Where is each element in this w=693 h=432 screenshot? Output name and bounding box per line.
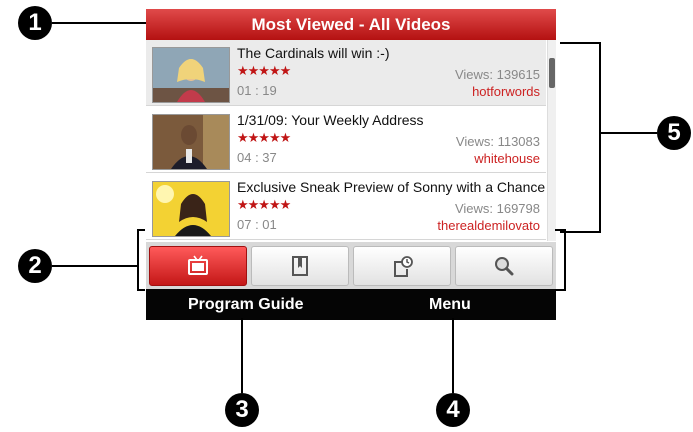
callout-leaders xyxy=(52,22,657,393)
callout-3: 3 xyxy=(225,393,259,427)
callout-1: 1 xyxy=(18,6,52,40)
callout-5: 5 xyxy=(657,116,691,150)
callout-2: 2 xyxy=(18,249,52,283)
callout-4: 4 xyxy=(436,393,470,427)
